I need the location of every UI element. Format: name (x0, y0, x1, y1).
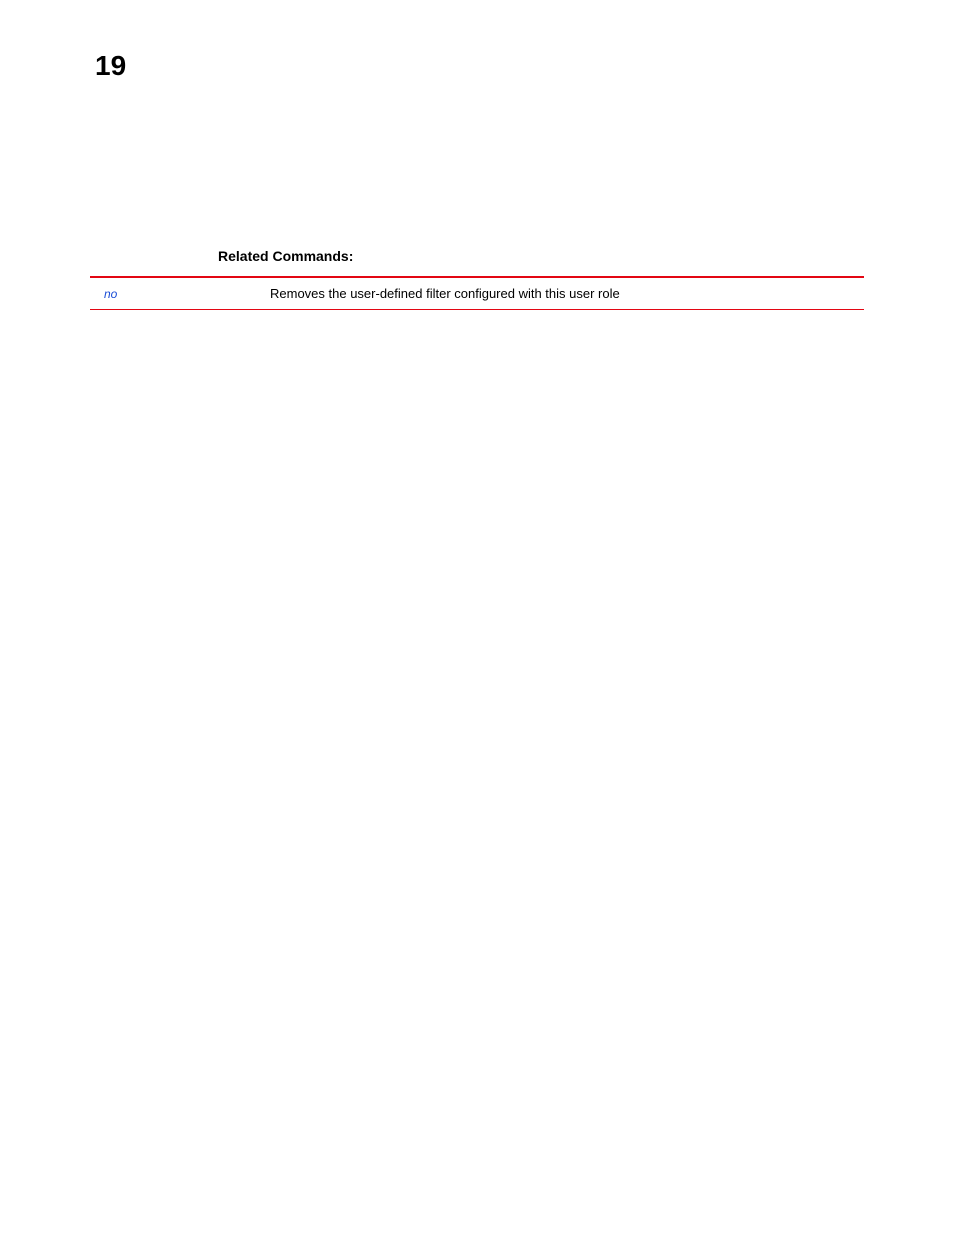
command-link-no[interactable]: no (90, 287, 270, 301)
content-area: Related Commands: no Removes the user-de… (90, 248, 864, 310)
section-heading: Related Commands: (218, 248, 864, 264)
page-number: 19 (95, 50, 126, 82)
command-description: Removes the user-defined filter configur… (270, 286, 864, 301)
related-commands-table: no Removes the user-defined filter confi… (90, 276, 864, 310)
table-row: no Removes the user-defined filter confi… (90, 278, 864, 309)
